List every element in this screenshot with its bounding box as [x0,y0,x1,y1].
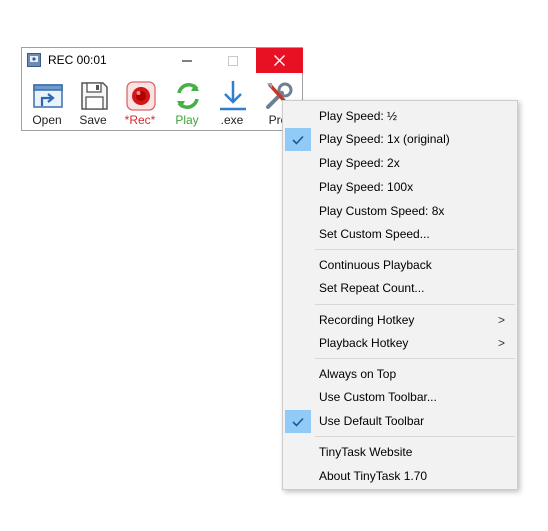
app-icon [27,53,41,67]
menu-item-label: Play Speed: 100x [319,180,414,194]
menu-item-label: Play Speed: 1x (original) [319,132,450,146]
title-bar[interactable]: REC 00:01 [22,48,303,74]
compile-exe-icon [220,81,246,111]
menu-item-label: Play Custom Speed: 8x [319,204,445,218]
menu-item-label: Set Repeat Count... [319,281,425,295]
record-label: *Rec* [124,113,156,127]
compile-exe-button[interactable]: .exe [210,77,254,129]
submenu-arrow-icon: > [497,313,505,327]
save-button[interactable]: Save [71,77,115,129]
open-icon [33,84,63,108]
close-button[interactable] [256,48,303,73]
menu-item-set-custom-speed[interactable]: Set Custom Speed... [283,223,517,246]
menu-item-use-default-toolbar[interactable]: Use Default Toolbar [283,410,517,433]
menu-item-label: Playback Hotkey [319,336,409,350]
menu-item-play-speed-2x[interactable]: Play Speed: 2x [283,152,517,175]
menu-item-label: Use Custom Toolbar... [319,390,437,404]
maximize-icon [228,55,238,66]
tinytask-window: REC 00:01 Open Save *Rec* Play .exe Pre [21,47,303,131]
menu-item-use-custom-toolbar[interactable]: Use Custom Toolbar... [283,386,517,409]
play-icon [177,83,199,109]
menu-item-label: Recording Hotkey [319,313,415,327]
play-label: Play [175,113,199,127]
menu-separator [315,436,515,437]
menu-item-label: Play Speed: 2x [319,156,400,170]
compile-exe-label: .exe [220,113,244,127]
record-button[interactable]: *Rec* [118,77,162,129]
checkmark-icon [285,410,311,433]
menu-item-label: Set Custom Speed... [319,227,430,241]
close-icon [274,55,285,66]
menu-item-label: Always on Top [319,367,397,381]
open-label: Open [32,113,62,127]
menu-item-play-speed-100x[interactable]: Play Speed: 100x [283,176,517,199]
window-title: REC 00:01 [48,53,107,67]
menu-item-continuous-playback[interactable]: Continuous Playback [283,254,517,277]
menu-item-play-speed-1x[interactable]: Play Speed: 1x (original) [283,128,517,151]
menu-item-recording-hotkey[interactable]: Recording Hotkey > [283,309,517,332]
menu-item-label: Use Default Toolbar [319,414,425,428]
toolbar: Open Save *Rec* Play .exe Pre [22,75,302,131]
menu-item-about-tinytask[interactable]: About TinyTask 1.70 [283,465,517,488]
menu-separator [315,304,515,305]
menu-item-label: TinyTask Website [319,445,413,459]
open-button[interactable]: Open [25,77,69,129]
menu-item-playback-hotkey[interactable]: Playback Hotkey > [283,332,517,355]
menu-item-label: Continuous Playback [319,258,432,272]
menu-separator [315,249,515,250]
maximize-button[interactable] [210,48,256,73]
submenu-arrow-icon: > [497,336,505,350]
minimize-button[interactable] [164,48,210,73]
menu-item-always-on-top[interactable]: Always on Top [283,363,517,386]
prefs-context-menu: Play Speed: ½ Play Speed: 1x (original) … [282,100,518,490]
menu-item-label: About TinyTask 1.70 [319,469,428,483]
menu-item-label: Play Speed: ½ [319,109,398,123]
menu-separator [315,358,515,359]
save-label: Save [79,113,107,127]
save-icon [81,82,108,110]
menu-item-play-custom-speed[interactable]: Play Custom Speed: 8x [283,200,517,223]
record-icon [126,81,156,111]
menu-item-set-repeat-count[interactable]: Set Repeat Count... [283,277,517,300]
menu-item-tinytask-website[interactable]: TinyTask Website [283,441,517,464]
minimize-icon [182,60,192,61]
checkmark-icon [285,128,311,151]
menu-item-play-speed-half[interactable]: Play Speed: ½ [283,105,517,128]
play-button[interactable]: Play [165,77,209,129]
